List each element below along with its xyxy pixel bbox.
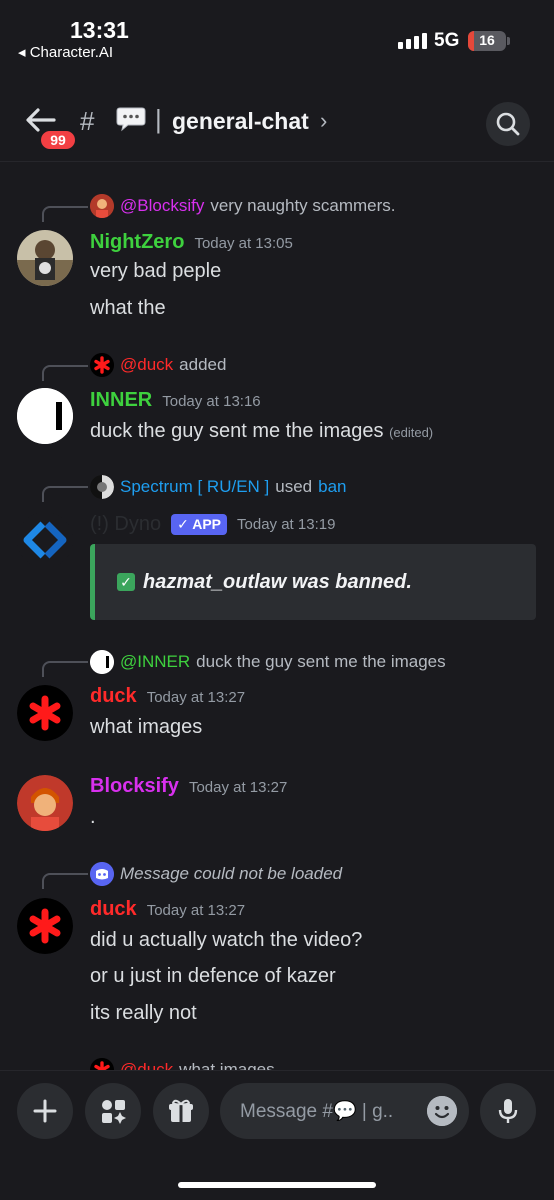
battery-tip xyxy=(507,37,510,45)
voice-message-button[interactable] xyxy=(480,1083,536,1139)
message-body: duck the guy sent me the images xyxy=(90,420,384,442)
message-composer: Message #💬 | g.. xyxy=(0,1070,554,1200)
battery-level: 16 xyxy=(479,32,495,48)
avatar[interactable] xyxy=(17,898,73,954)
message-header: NightZero Today at 13:05 xyxy=(90,231,293,254)
duck-mini-avatar xyxy=(90,353,114,377)
edited-marker: (edited) xyxy=(389,425,434,440)
reply-mention[interactable]: @duck xyxy=(120,1060,173,1070)
search-icon xyxy=(496,112,520,136)
channel-name-separator: | xyxy=(155,104,162,134)
reply-preview[interactable]: @Blocksify very naughty scammers. xyxy=(90,193,396,219)
author-name[interactable]: NightZero xyxy=(90,231,184,254)
message-text: what the xyxy=(90,297,166,319)
reply-connector xyxy=(42,486,88,502)
ban-embed: ✓ hazmat_outlaw was banned. xyxy=(90,544,536,620)
reply-text: what images xyxy=(179,1060,275,1070)
reply-text: added xyxy=(179,355,227,374)
message-header: INNER Today at 13:16 xyxy=(90,389,261,412)
avatar[interactable] xyxy=(17,685,73,741)
reply-connector xyxy=(42,661,88,677)
message-input[interactable]: Message #💬 | g.. xyxy=(220,1083,469,1139)
reply-connector xyxy=(42,873,88,889)
timestamp: Today at 13:27 xyxy=(188,779,288,796)
apps-icon xyxy=(102,1100,126,1124)
spectrum-mini-avatar xyxy=(90,475,114,499)
message-text: did u actually watch the video? xyxy=(90,929,363,951)
message-header: duck Today at 13:27 xyxy=(90,685,245,708)
message-list[interactable]: @Blocksify very naughty scammers. NightZ… xyxy=(0,163,554,1070)
network-type: 5G xyxy=(434,30,460,51)
message-text: its really not xyxy=(90,1002,197,1024)
message-text: very bad peple xyxy=(90,260,222,282)
gift-button[interactable] xyxy=(153,1083,209,1139)
check-icon: ✓ xyxy=(117,573,135,591)
command-name[interactable]: ban xyxy=(318,477,346,497)
speech-bubble-emoji-icon xyxy=(116,107,146,132)
reply-text: very naughty scammers. xyxy=(210,196,396,215)
discord-icon xyxy=(90,862,114,886)
status-time: 13:31 xyxy=(70,17,129,43)
unread-badge: 99 xyxy=(38,128,78,152)
channel-header: 99 # | general-chat › xyxy=(0,82,554,162)
add-attachment-button[interactable] xyxy=(17,1083,73,1139)
back-to-app-link[interactable]: ◂ Character.AI xyxy=(18,43,113,61)
blocksify-mini-avatar xyxy=(90,194,114,218)
reply-connector xyxy=(42,206,88,222)
apps-button[interactable] xyxy=(85,1083,141,1139)
reply-text: duck the guy sent me the images xyxy=(196,652,446,671)
message-text: or u just in defence of kazer xyxy=(90,965,336,987)
timestamp: Today at 13:27 xyxy=(146,689,246,706)
channel-hash-icon: # xyxy=(80,106,95,136)
search-button[interactable] xyxy=(486,102,530,146)
emoji-button[interactable] xyxy=(427,1096,457,1126)
reply-preview[interactable]: @INNER duck the guy sent me the images xyxy=(90,649,446,675)
chevron-right-icon[interactable]: › xyxy=(320,108,327,134)
home-indicator[interactable] xyxy=(178,1182,376,1188)
avatar[interactable] xyxy=(17,230,73,286)
reply-connector xyxy=(42,365,88,381)
author-name[interactable]: Blocksify xyxy=(90,775,179,798)
reply-preview[interactable]: @duck what images xyxy=(90,1057,275,1070)
command-user[interactable]: Spectrum [ RU/EN ] xyxy=(120,477,269,497)
message-header: duck Today at 13:27 xyxy=(90,898,245,921)
timestamp: Today at 13:27 xyxy=(146,902,246,919)
signal-icon xyxy=(398,33,427,49)
timestamp: Today at 13:16 xyxy=(162,393,261,410)
inner-mini-avatar xyxy=(90,650,114,674)
avatar[interactable] xyxy=(17,388,73,444)
timestamp: Today at 13:05 xyxy=(194,235,293,252)
slash-command-preview[interactable]: Spectrum [ RU/EN ] used ban xyxy=(90,474,347,500)
avatar[interactable] xyxy=(17,775,73,831)
reply-text: Message could not be loaded xyxy=(120,864,343,883)
reply-mention[interactable]: @Blocksify xyxy=(120,196,204,216)
message-text: what images xyxy=(90,716,203,738)
message-input-placeholder: Message #💬 | g.. xyxy=(240,1101,394,1122)
reply-mention[interactable]: @duck xyxy=(120,355,173,375)
duck-mini-avatar xyxy=(90,1058,114,1070)
author-name[interactable]: (!) Dyno xyxy=(90,513,161,536)
gift-icon xyxy=(169,1099,193,1122)
embed-text: hazmat_outlaw was banned. xyxy=(143,570,412,593)
timestamp: Today at 13:19 xyxy=(237,516,336,533)
message-header: (!) Dyno ✓ APP Today at 13:19 xyxy=(90,513,335,536)
command-used-text: used xyxy=(275,477,313,496)
reply-mention[interactable]: @INNER xyxy=(120,652,190,672)
avatar[interactable] xyxy=(17,512,73,568)
message-text: duck the guy sent me the images (edited) xyxy=(90,420,433,443)
microphone-icon xyxy=(498,1099,518,1123)
message-header: Blocksify Today at 13:27 xyxy=(90,775,287,798)
author-name[interactable]: duck xyxy=(90,685,137,708)
channel-name[interactable]: general-chat xyxy=(172,108,309,135)
plus-icon xyxy=(33,1099,57,1123)
reply-preview[interactable]: @duck added xyxy=(90,352,226,378)
author-name[interactable]: duck xyxy=(90,898,137,921)
app-tag: ✓ APP xyxy=(171,514,228,535)
reply-preview: Message could not be loaded xyxy=(90,861,342,887)
message-text: . xyxy=(90,806,96,828)
status-bar: 13:31 ◂ Character.AI 5G 16 xyxy=(0,0,554,72)
smiley-icon xyxy=(427,1096,457,1126)
author-name[interactable]: INNER xyxy=(90,389,152,412)
battery-icon: 16 xyxy=(468,31,506,51)
